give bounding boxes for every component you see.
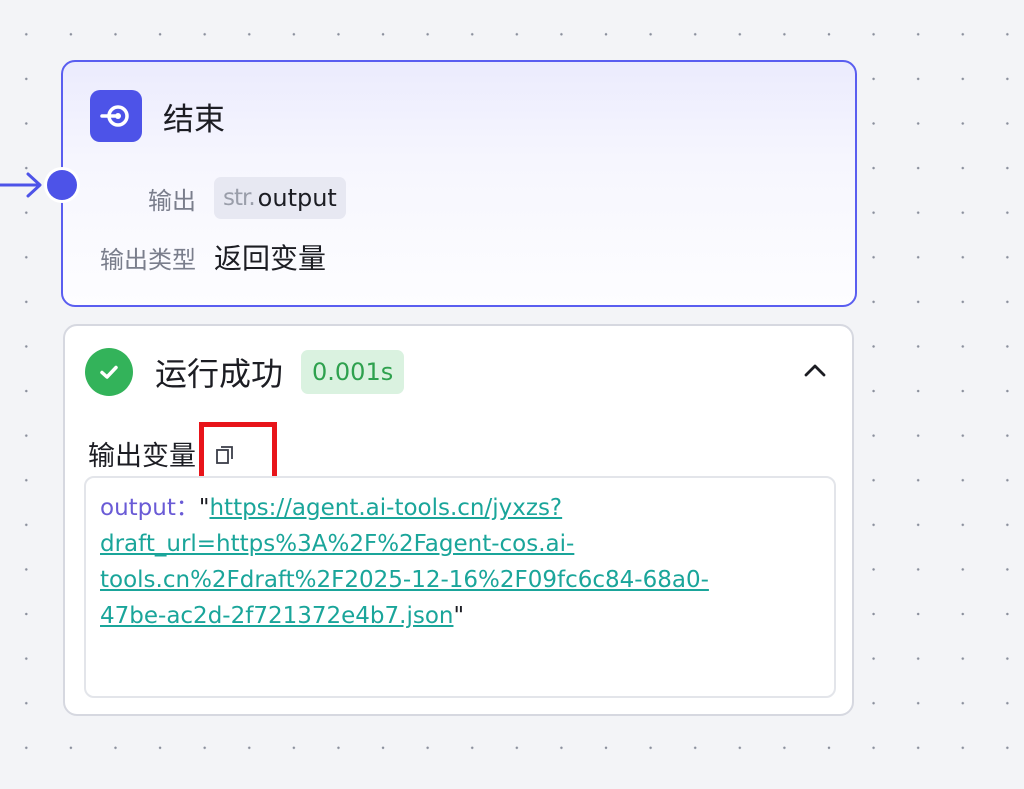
output-type-tag: str. (223, 185, 256, 211)
output-value-text: output："https://agent.ai-tools.cn/jyxzs?… (100, 490, 820, 634)
end-node-icon (90, 90, 142, 142)
output-type-label: 输出类型 (100, 245, 196, 274)
input-port[interactable] (44, 167, 80, 203)
output-type-row: 输出类型 返回变量 (63, 237, 326, 277)
output-link-line-2[interactable]: draft_url=https%3A%2F%2Fagent-cos.ai- (100, 531, 574, 557)
output-link-line-4[interactable]: 47be-ac2d-2f721372e4b7.json (100, 603, 453, 629)
success-check-icon (85, 348, 133, 396)
output-separator: ： (175, 495, 199, 521)
code-line-2: draft_url=https%3A%2F%2Fagent-cos.ai- (100, 526, 820, 562)
code-line-3: tools.cn%2Fdraft%2F2025-12-16%2F09fc6c84… (100, 562, 820, 598)
result-header: 运行成功 0.001s (85, 348, 405, 396)
chevron-up-icon (804, 364, 826, 377)
code-line-4: 47be-ac2d-2f721372e4b7.json" (100, 598, 820, 634)
code-line-1: output："https://agent.ai-tools.cn/jyxzs? (100, 490, 820, 526)
quote-open: " (198, 495, 210, 521)
output-key: output (100, 495, 176, 521)
collapse-button[interactable] (798, 354, 832, 388)
duration-badge: 0.001s (301, 350, 405, 394)
output-label: 输出 (148, 186, 196, 215)
end-node-card[interactable]: 结束 输出 str. output 输出类型 返回变量 (61, 60, 857, 307)
output-value-box[interactable]: output："https://agent.ai-tools.cn/jyxzs?… (84, 476, 836, 698)
output-variable-chip: str. output (214, 177, 346, 219)
input-port-dot (47, 170, 77, 200)
run-status-title: 运行成功 (155, 355, 284, 393)
run-result-panel: 运行成功 0.001s 输出变量 output："https://agent.a… (63, 324, 854, 716)
output-variable-name: output (257, 184, 337, 212)
copy-icon (216, 445, 233, 464)
node-title: 结束 (163, 101, 225, 138)
output-link-line-3[interactable]: tools.cn%2Fdraft%2F2025-12-16%2F09fc6c84… (100, 567, 709, 593)
quote-close: " (453, 603, 465, 629)
output-row: 输出 str. output (63, 177, 346, 219)
output-link-line-1[interactable]: https://agent.ai-tools.cn/jyxzs? (209, 495, 562, 521)
node-header: 结束 (90, 90, 225, 142)
output-type-value: 返回变量 (214, 242, 327, 275)
output-variables-title: 输出变量 (88, 441, 196, 472)
